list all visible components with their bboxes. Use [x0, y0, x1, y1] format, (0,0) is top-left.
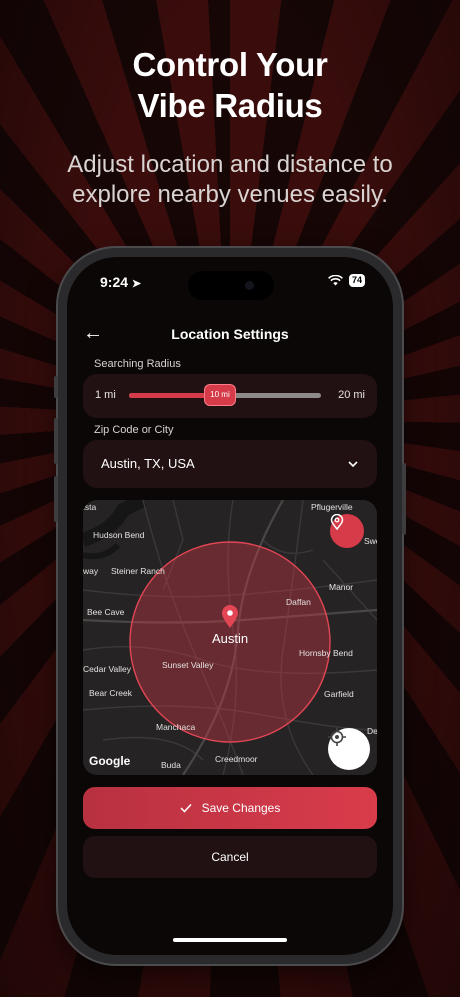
map-label-buda: Buda	[161, 760, 181, 770]
map-label-creedmoor: Creedmoor	[215, 754, 258, 764]
map-label-bee-cave: Bee Cave	[87, 607, 125, 617]
map-view[interactable]: ista Pflugerville Hudson Bend Swe way St…	[83, 500, 377, 775]
map-label-steiner-ranch: Steiner Ranch	[111, 566, 165, 576]
map-label-hornsby-bend: Hornsby Bend	[299, 648, 353, 658]
page-title: Location Settings	[171, 326, 289, 342]
phone-volume-down	[54, 476, 58, 522]
wifi-icon	[328, 275, 343, 286]
app-screen: 9:24 ➤ 74 ← Location Settings Searching …	[67, 257, 393, 955]
location-pin-icon	[330, 514, 344, 530]
map-label-edge-del: Del	[367, 726, 377, 736]
chevron-down-icon	[348, 461, 358, 468]
map-label-edge-ista: ista	[83, 502, 97, 512]
phone-action-button	[54, 376, 58, 398]
promo-title-line1: Control Your	[132, 46, 328, 83]
map-label-cedar-valley: Cedar Valley	[83, 664, 132, 674]
location-select-value: Austin, TX, USA	[101, 456, 195, 471]
status-time-text: 9:24	[100, 274, 129, 290]
status-icons: 74	[328, 274, 365, 287]
phone-frame: 9:24 ➤ 74 ← Location Settings Searching …	[54, 248, 406, 964]
phone-volume-up	[54, 418, 58, 464]
map-label-bear-creek: Bear Creek	[89, 688, 132, 698]
phone-power-button	[402, 463, 406, 535]
location-select[interactable]: Austin, TX, USA	[83, 440, 377, 488]
checkmark-icon	[180, 803, 192, 813]
promo-subtitle: Adjust location and distance to explore …	[0, 150, 460, 210]
map-label-edge-swe: Swe	[364, 536, 377, 546]
cancel-label: Cancel	[211, 850, 249, 864]
map-label-daffan: Daffan	[286, 597, 311, 607]
location-arrow-icon: ➤	[131, 278, 142, 290]
radius-slider-thumb[interactable]: 10 mi	[203, 384, 236, 406]
google-attribution: Google	[89, 754, 131, 768]
map-label-manchaca: Manchaca	[156, 722, 196, 732]
promo-subtitle-line1: Adjust location and distance to	[67, 151, 393, 178]
location-label: Zip Code or City	[94, 424, 174, 436]
map-label-austin: Austin	[212, 631, 249, 646]
radius-max-label: 20 mi	[338, 389, 365, 401]
battery-icon: 74	[348, 274, 365, 287]
promo-title: Control Your Vibe Radius	[0, 44, 460, 126]
map-label-hudson-bend: Hudson Bend	[93, 530, 145, 540]
save-changes-button[interactable]: Save Changes	[83, 787, 377, 829]
radius-min-label: 1 mi	[95, 389, 116, 401]
map-pin-button[interactable]	[330, 514, 364, 548]
map-label-garfield: Garfield	[324, 689, 354, 699]
map-label-manor: Manor	[329, 582, 354, 592]
map-label-sunset-valley: Sunset Valley	[162, 660, 214, 670]
radius-label: Searching Radius	[94, 358, 181, 370]
map-label-pflugerville: Pflugerville	[311, 502, 353, 512]
nav-bar: ← Location Settings	[67, 319, 393, 349]
dynamic-island	[188, 271, 274, 300]
crosshair-icon	[328, 728, 346, 746]
home-indicator	[173, 938, 287, 942]
save-changes-label: Save Changes	[201, 801, 281, 815]
promo-title-line2: Vibe Radius	[137, 87, 323, 124]
map-label-edge-way: way	[83, 566, 99, 576]
cancel-button[interactable]: Cancel	[83, 836, 377, 878]
promo-subtitle-line2: explore nearby venues easily.	[72, 181, 388, 208]
my-location-button[interactable]	[328, 728, 370, 770]
status-time: 9:24 ➤	[100, 274, 141, 290]
radius-slider-card: 1 mi 10 mi 20 mi	[83, 374, 377, 418]
